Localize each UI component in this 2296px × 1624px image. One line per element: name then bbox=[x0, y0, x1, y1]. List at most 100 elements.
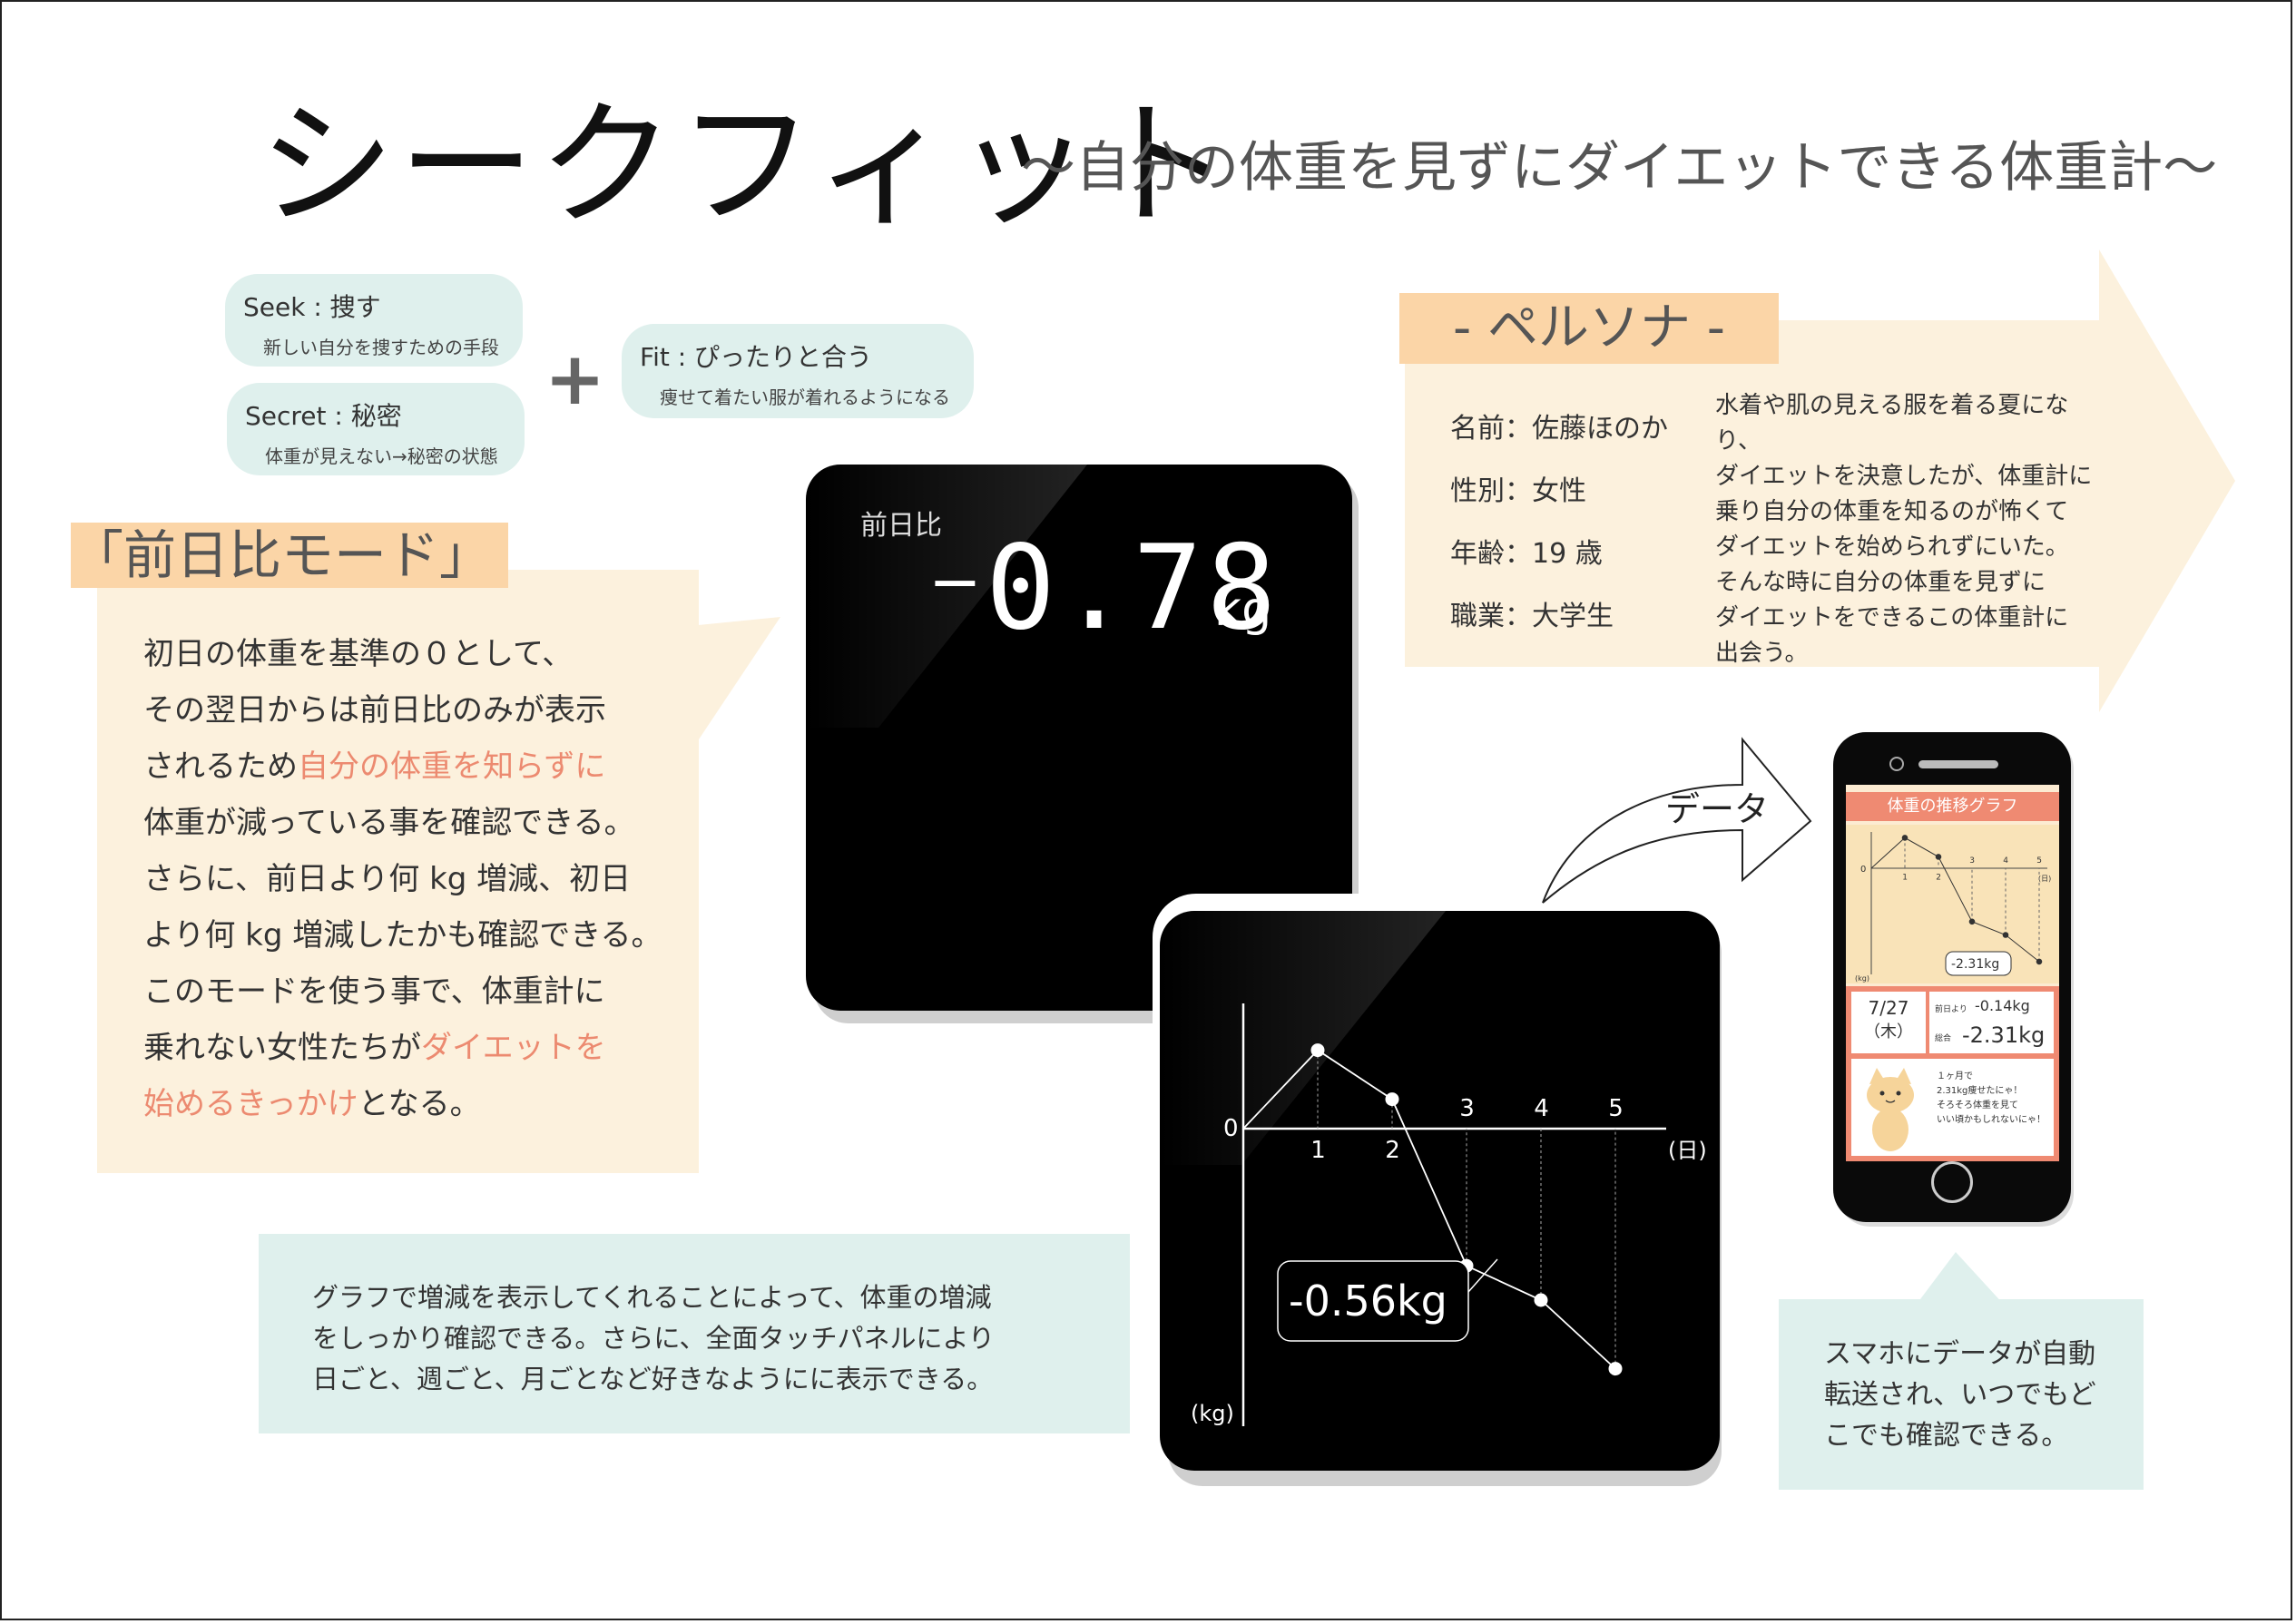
persona-job: 職業：大学生 bbox=[1450, 601, 1614, 632]
persona-profile: 名前：佐藤ほのか 性別：女性 年齢：19 歳 職業：大学生 bbox=[1450, 397, 1668, 648]
scale-mode-label: 前日比 bbox=[860, 510, 942, 542]
data-point bbox=[2036, 958, 2043, 965]
persona-story-line: 水着や肌の見える服を着る夏になり、 bbox=[1715, 392, 2069, 455]
x-tick-label: 4 bbox=[1534, 1095, 1549, 1122]
seek-description: 新しい自分を捜すための手段 bbox=[263, 337, 499, 358]
secret-bubble: Secret : 秘密 体重が見えない→秘密の状態 bbox=[227, 383, 525, 475]
graph-explain-line: 日ごと、週ごと、月ごとなど好きなようにに表示できる。 bbox=[312, 1364, 994, 1394]
seek-bubble: Seek : 捜す 新しい自分を捜すための手段 bbox=[225, 274, 523, 367]
graph-explain-line: をしっかり確認できる。さらに、全面タッチパネルにより bbox=[312, 1323, 995, 1354]
phone-body: 体重の推移グラフ 0 (日) (kg) 1 2 3 4 5 -2.31kg 7/27 （… bbox=[1833, 732, 2071, 1222]
persona-age: 年齢：19 歳 bbox=[1450, 538, 1603, 570]
mode-line: されるため自分の体重を知らずに bbox=[143, 739, 706, 795]
phone-date-card: 7/27 （木） bbox=[1851, 992, 1926, 1053]
phone-info-panel: 7/27 （木） 前日より -0.14kg 総合 -2.31kg １ヶ月で 2.… bbox=[1846, 986, 2059, 1161]
phone-total-label: 総合 bbox=[1935, 1034, 1952, 1043]
mode-line: さらに、前日より何 kg 増減、初日 bbox=[143, 861, 632, 897]
persona-story-line: ダイエットを決意したが、体重計に bbox=[1715, 463, 2093, 490]
x-tick-label: 1 bbox=[1310, 1137, 1326, 1164]
phone-callout: -2.31kg bbox=[1951, 957, 1999, 972]
data-point bbox=[1385, 1092, 1399, 1107]
phone-zero-label: 0 bbox=[1860, 865, 1866, 875]
phone-message: １ヶ月で 2.31kg痩せたにゃ！ そろそろ体重を見て いい頃かもしれないにゃ！ bbox=[1937, 1070, 2046, 1128]
data-point bbox=[1608, 1362, 1623, 1376]
data-transfer-arrow: データ bbox=[1542, 737, 1812, 904]
x-tick-label: 3 bbox=[1969, 856, 1975, 866]
phone-explain-line: こでも確認できる。 bbox=[1824, 1420, 2069, 1452]
data-point bbox=[1968, 918, 1976, 925]
phone-message-line: 2.31kg痩せたにゃ！ bbox=[1937, 1086, 2023, 1096]
phone-date: 7/27 bbox=[1868, 997, 1909, 1019]
data-transfer-label: データ bbox=[1665, 789, 1769, 829]
seek-heading: Seek : 捜す bbox=[243, 292, 381, 322]
x-tick-label: 4 bbox=[2003, 856, 2008, 866]
persona-story-line: ダイエットをできるこの体重計に bbox=[1715, 604, 2069, 631]
mode-heading: 「前日比モード」 bbox=[71, 523, 508, 588]
x-tick-label: 1 bbox=[1902, 873, 1908, 882]
plus-sign: + bbox=[545, 337, 606, 421]
scale-sign: − bbox=[928, 544, 982, 619]
home-button[interactable] bbox=[1931, 1161, 1973, 1203]
phone-prev-value: -0.14kg bbox=[1975, 997, 2030, 1014]
x-tick-label: 2 bbox=[1385, 1137, 1400, 1164]
phone-explain-line: 転送され、いつでもど bbox=[1824, 1379, 2096, 1411]
phone-explain-text: スマホにデータが自動 転送され、いつでもど こでも確認できる。 bbox=[1824, 1334, 2133, 1456]
data-point bbox=[2002, 932, 2009, 938]
phone-screen: 体重の推移グラフ 0 (日) (kg) 1 2 3 4 5 -2.31kg 7/27 （… bbox=[1846, 785, 2059, 1161]
mode-line: 初日の体重を基準の０として、 bbox=[143, 636, 574, 672]
mode-description: 初日の体重を基準の０として、 その翌日からは前日比のみが表示 されるため自分の体… bbox=[143, 626, 706, 1132]
speaker-grille bbox=[1918, 760, 1998, 768]
cat-mascot-icon bbox=[1867, 1068, 1914, 1151]
fit-description: 痩せて着たい服が着れるようになる bbox=[660, 386, 950, 408]
mode-line: 体重が減っている事を確認できる。 bbox=[143, 805, 635, 841]
mode-line: 始めるきっかけとなる。 bbox=[143, 1076, 706, 1132]
x-tick-label: 5 bbox=[2036, 856, 2042, 866]
fit-heading: Fit : ぴったりと合う bbox=[640, 342, 873, 372]
page-subtitle: 〜自分の体重を見ずにダイエットできる体重計〜 bbox=[1021, 136, 2218, 200]
secret-description: 体重が見えない→秘密の状態 bbox=[265, 445, 498, 467]
persona-name: 名前：佐藤ほのか bbox=[1450, 413, 1668, 445]
phone-prev-label: 前日より bbox=[1935, 1005, 1967, 1014]
phone-speech-tail bbox=[1915, 1252, 2006, 1306]
mode-text-plain: 乗れない女性たちが bbox=[143, 1030, 421, 1066]
graph-scale: 0 (日) (kg) 1 2 3 4 5 -0.56kg bbox=[1160, 911, 1720, 1471]
data-point bbox=[1310, 1043, 1325, 1058]
persona-story-line: 出会う。 bbox=[1715, 640, 1809, 667]
phone-explain-line: スマホにデータが自動 bbox=[1824, 1338, 2096, 1370]
phone-weight-chart: 0 (日) (kg) 1 2 3 4 5 -2.31kg bbox=[1846, 825, 2059, 983]
graph-explain-text: グラフで増減を表示してくれることによって、体重の増減 をしっかり確認できる。さら… bbox=[312, 1277, 1093, 1400]
scale-unit: kg bbox=[1214, 582, 1272, 637]
persona-story-line: そんな時に自分の体重を見ずに bbox=[1715, 569, 2046, 596]
graph-explain-line: グラフで増減を表示してくれることによって、体重の増減 bbox=[312, 1282, 992, 1313]
phone-message-line: いい頃かもしれないにゃ！ bbox=[1937, 1115, 2046, 1125]
phone-weekday: （木） bbox=[1864, 1022, 1913, 1042]
mode-text-plain: されるため bbox=[143, 748, 298, 785]
data-point bbox=[1935, 854, 1942, 860]
persona-heading: - ペルソナ - bbox=[1399, 293, 1779, 364]
mode-text-plain: となる。 bbox=[358, 1086, 481, 1122]
mode-line: その翌日からは前日比のみが表示 bbox=[143, 692, 606, 729]
secret-heading: Secret : 秘密 bbox=[245, 401, 402, 431]
callout-value: -0.56kg bbox=[1289, 1277, 1447, 1326]
x-unit-label: (日) bbox=[1668, 1138, 1707, 1163]
persona-story-line: ダイエットを始められずにいた。 bbox=[1715, 533, 2069, 561]
data-point bbox=[1534, 1293, 1548, 1307]
phone-y-unit: (kg) bbox=[1855, 974, 1869, 983]
persona-gender: 性別：女性 bbox=[1450, 475, 1586, 507]
mode-highlight: 自分の体重を知らずに bbox=[298, 748, 606, 785]
mode-highlight: 始めるきっかけ bbox=[143, 1086, 358, 1122]
phone-message-line: １ヶ月で bbox=[1937, 1071, 1973, 1081]
phone-header: 体重の推移グラフ bbox=[1846, 792, 2059, 821]
y-unit-label: (kg) bbox=[1191, 1401, 1234, 1426]
mode-highlight: ダイエットを bbox=[421, 1030, 606, 1066]
phone-message-card: １ヶ月で 2.31kg痩せたにゃ！ そろそろ体重を見て いい頃かもしれないにゃ！ bbox=[1851, 1059, 2054, 1156]
mode-line: より何 kg 増減したかも確認できる。 bbox=[143, 917, 662, 954]
mode-line: 乗れない女性たちがダイエットを bbox=[143, 1020, 706, 1076]
x-tick-label: 2 bbox=[1936, 873, 1941, 882]
persona-story: 水着や肌の見える服を着る夏になり、 ダイエットを決意したが、体重計に 乗り自分の… bbox=[1715, 388, 2114, 671]
x-tick-label: 5 bbox=[1608, 1095, 1624, 1122]
x-tick-label: 3 bbox=[1459, 1095, 1475, 1122]
phone-message-line: そろそろ体重を見て bbox=[1937, 1101, 2018, 1110]
persona-story-line: 乗り自分の体重を知るのが怖くて bbox=[1715, 498, 2069, 525]
phone-total-value: -2.31kg bbox=[1962, 1022, 2046, 1048]
